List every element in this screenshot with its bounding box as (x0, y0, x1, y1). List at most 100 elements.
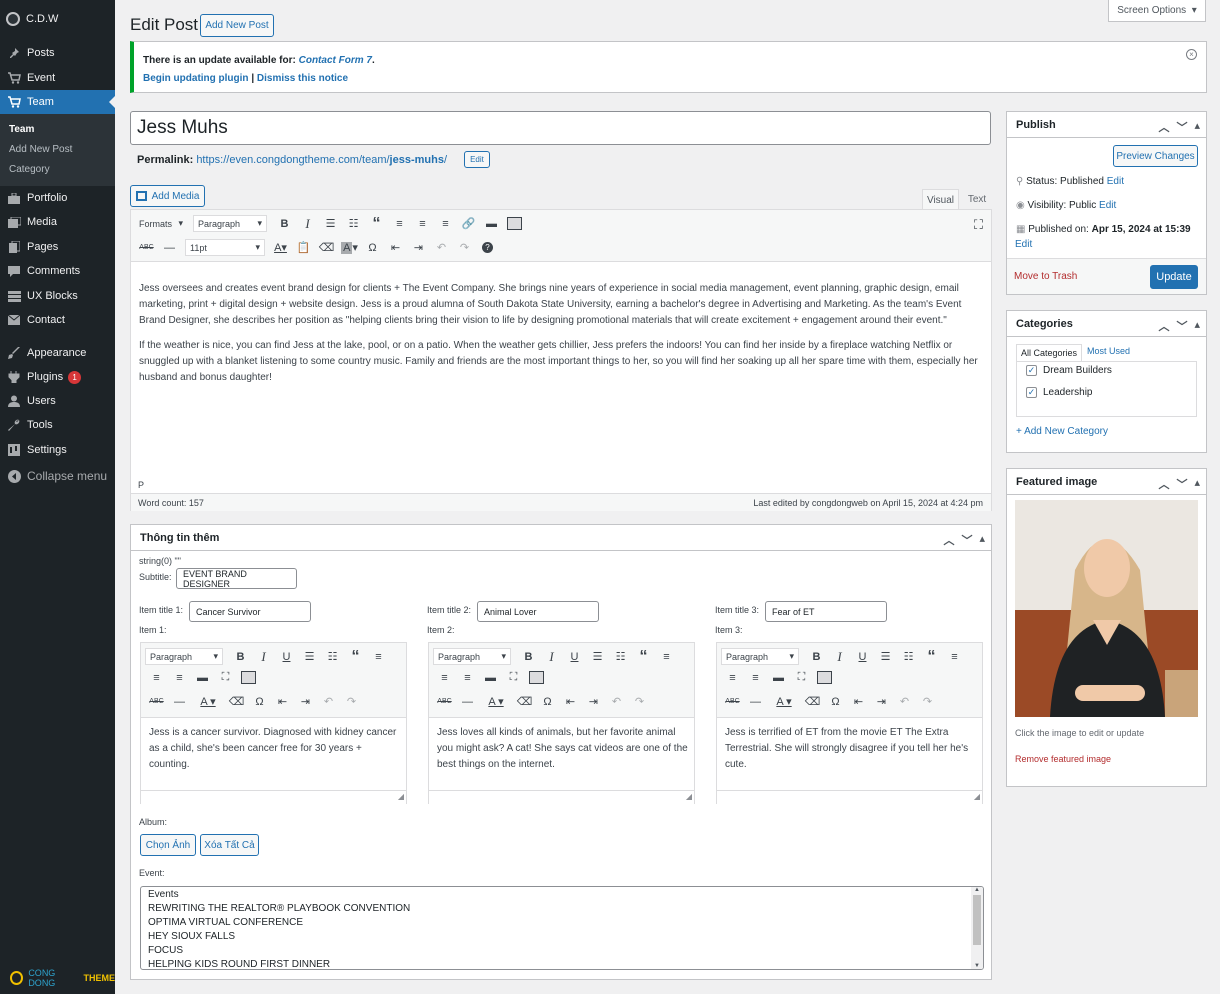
horizontal-line-icon[interactable]: — (456, 692, 479, 711)
horizontal-line-icon[interactable]: — (744, 692, 767, 711)
item-editor-content[interactable]: Jess is terrified of ET from the movie E… (725, 725, 977, 773)
add-media-button[interactable]: Add Media (130, 185, 205, 207)
menu-settings[interactable]: Settings (0, 438, 115, 462)
numbered-list-icon[interactable]: ☷ (342, 214, 365, 233)
resize-handle-icon[interactable]: ◢ (398, 792, 404, 801)
bold-icon[interactable]: B (229, 647, 252, 666)
paragraph-select[interactable]: Paragraph ▾ (193, 215, 267, 232)
preview-changes-button[interactable]: Preview Changes (1113, 145, 1198, 167)
event-option-header[interactable]: Events (148, 888, 976, 902)
undo-icon[interactable]: ↶ (317, 692, 340, 711)
tab-most-used[interactable]: Most Used (1087, 346, 1130, 356)
menu-tools[interactable]: Tools (0, 413, 115, 437)
event-select-list[interactable]: Events REWRITING THE REALTOR® PLAYBOOK CO… (140, 886, 984, 970)
visibility-edit-link[interactable]: Edit (1099, 200, 1116, 211)
item-title-input[interactable]: Animal Lover (477, 601, 599, 622)
horizontal-line-icon[interactable]: — (158, 238, 181, 257)
underline-icon[interactable]: U (275, 647, 298, 666)
fullscreen-icon[interactable]: ⛶ (214, 668, 237, 687)
category-item[interactable]: ✓ Leadership (1026, 387, 1092, 398)
align-right-icon[interactable]: ≡ (434, 214, 457, 233)
screen-options-button[interactable]: Screen Options ▾ (1108, 0, 1206, 22)
chevron-up-icon[interactable]: ︿ (1158, 119, 1169, 135)
event-option[interactable]: HEY SIOUX FALLS (148, 930, 976, 944)
link-icon[interactable]: 🔗 (457, 214, 480, 233)
outdent-icon[interactable]: ⇤ (847, 692, 870, 711)
blockquote-icon[interactable]: “ (920, 647, 943, 666)
special-character-icon[interactable]: Ω (361, 238, 384, 257)
menu-posts[interactable]: Posts (0, 41, 115, 65)
help-icon[interactable]: ? (476, 238, 499, 257)
strikethrough-icon[interactable]: ABC (721, 692, 744, 711)
toggle-panel-icon[interactable]: ▴ (1194, 318, 1200, 334)
special-character-icon[interactable]: Ω (248, 692, 271, 711)
menu-plugins[interactable]: Plugins 1 (0, 365, 115, 389)
paragraph-select[interactable]: Paragraph ▾ (721, 648, 799, 665)
bold-icon[interactable]: B (805, 647, 828, 666)
align-center-icon[interactable]: ≡ (433, 668, 456, 687)
redo-icon[interactable]: ↷ (628, 692, 651, 711)
begin-update-link[interactable]: Begin updating plugin (143, 73, 249, 84)
chevron-down-icon[interactable]: ﹀ (1176, 476, 1187, 492)
bullet-list-icon[interactable]: ☰ (298, 647, 321, 666)
italic-icon[interactable]: I (828, 647, 851, 666)
toolbar-toggle-icon[interactable] (525, 668, 548, 687)
fullscreen-icon[interactable]: ⛶ (974, 217, 983, 233)
text-color-icon[interactable]: A ▾ (191, 692, 225, 711)
underline-icon[interactable]: U (563, 647, 586, 666)
redo-icon[interactable]: ↷ (340, 692, 363, 711)
background-color-icon[interactable]: A ▾ (338, 238, 361, 257)
scroll-up-icon[interactable]: ▲ (971, 887, 983, 893)
align-center-icon[interactable]: ≡ (411, 214, 434, 233)
published-edit-link[interactable]: Edit (1015, 239, 1032, 250)
choose-image-button[interactable]: Chọn Ảnh (140, 834, 196, 856)
strikethrough-icon[interactable]: ABC (135, 238, 158, 257)
clear-all-button[interactable]: Xóa Tất Cả (200, 834, 259, 856)
submenu-team[interactable]: Team (0, 120, 115, 140)
menu-portfolio[interactable]: Portfolio (0, 186, 115, 210)
special-character-icon[interactable]: Ω (824, 692, 847, 711)
undo-icon[interactable]: ↶ (605, 692, 628, 711)
font-size-select[interactable]: 11pt ▾ (185, 239, 265, 256)
read-more-icon[interactable]: ▬ (479, 668, 502, 687)
outdent-icon[interactable]: ⇤ (559, 692, 582, 711)
scroll-down-icon[interactable]: ▼ (971, 963, 983, 969)
submenu-add-new-post[interactable]: Add New Post (0, 140, 115, 160)
blockquote-icon[interactable]: “ (365, 214, 388, 233)
tab-text[interactable]: Text (963, 189, 991, 209)
underline-icon[interactable]: U (851, 647, 874, 666)
toolbar-toggle-icon[interactable] (813, 668, 836, 687)
event-option[interactable]: FOCUS (148, 944, 976, 958)
indent-icon[interactable]: ⇥ (870, 692, 893, 711)
scrollbar[interactable]: ▲ ▼ (971, 887, 983, 969)
toggle-panel-icon[interactable]: ▴ (1194, 119, 1200, 135)
site-name-link[interactable]: C.D.W (6, 12, 58, 26)
toggle-panel-icon[interactable]: ▴ (1194, 476, 1200, 492)
outdent-icon[interactable]: ⇤ (384, 238, 407, 257)
notice-plugin-link[interactable]: Contact Form 7 (299, 55, 372, 66)
menu-pages[interactable]: Pages (0, 235, 115, 259)
tab-all-categories[interactable]: All Categories (1016, 344, 1083, 362)
text-color-icon[interactable]: A▾ (269, 238, 292, 257)
align-right-icon[interactable]: ≡ (168, 668, 191, 687)
text-color-icon[interactable]: A ▾ (479, 692, 513, 711)
tab-visual[interactable]: Visual (922, 189, 959, 210)
bullet-list-icon[interactable]: ☰ (874, 647, 897, 666)
align-right-icon[interactable]: ≡ (744, 668, 767, 687)
bullet-list-icon[interactable]: ☰ (319, 214, 342, 233)
align-left-icon[interactable]: ≡ (943, 647, 966, 666)
chevron-up-icon[interactable]: ︿ (1158, 476, 1169, 492)
formats-dropdown[interactable]: Formats ▾ (135, 215, 187, 232)
bold-icon[interactable]: B (517, 647, 540, 666)
clear-formatting-icon[interactable]: ⌫ (315, 238, 338, 257)
menu-media[interactable]: Media (0, 210, 115, 234)
numbered-list-icon[interactable]: ☷ (897, 647, 920, 666)
menu-team[interactable]: Team (0, 90, 115, 114)
align-left-icon[interactable]: ≡ (655, 647, 678, 666)
fullscreen-icon[interactable]: ⛶ (502, 668, 525, 687)
menu-users[interactable]: Users (0, 389, 115, 413)
event-option[interactable]: REWRITING THE REALTOR® PLAYBOOK CONVENTI… (148, 902, 976, 916)
paragraph-select[interactable]: Paragraph ▾ (145, 648, 223, 665)
outdent-icon[interactable]: ⇤ (271, 692, 294, 711)
align-left-icon[interactable]: ≡ (388, 214, 411, 233)
